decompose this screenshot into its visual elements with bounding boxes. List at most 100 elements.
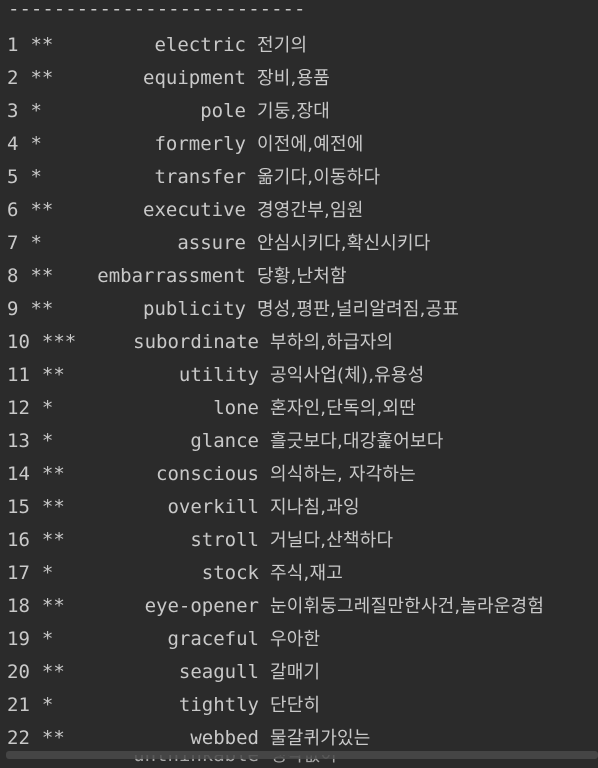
row-prefix: 9 ** (0, 293, 53, 326)
korean-meaning: 명성,평판,널리알려짐,공표 (257, 299, 460, 320)
line-number: 10 (7, 331, 30, 353)
english-word: pole (200, 100, 246, 122)
korean-meaning: 공익사업(체),유용성 (270, 365, 425, 386)
english-word: equipment (143, 67, 246, 89)
table-row: 2 ** equipment 장비,용품 (0, 62, 598, 95)
table-row: 17 * stock 주식,재고 (0, 557, 598, 590)
star-rating: ** (41, 595, 65, 617)
table-row: 1 ** electric 전기의 (0, 29, 598, 62)
english-word: subordinate (133, 331, 259, 353)
table-row: 8 ** embarrassment 당황,난처함 (0, 260, 598, 293)
table-row: 21 * tightly 단단히 (0, 689, 598, 722)
table-row: 19 * graceful 우아한 (0, 623, 598, 656)
star-rating: ** (30, 298, 54, 320)
row-prefix: 2 ** (0, 62, 53, 95)
korean-meaning: 갈매기 (270, 662, 321, 683)
star-rating: * (41, 430, 54, 452)
row-prefix: 12 * (0, 392, 53, 425)
table-row: 14 ** conscious 의식하는, 자각하는 (0, 458, 598, 491)
table-row: 16 ** stroll 거닐다,산책하다 (0, 524, 598, 557)
star-rating: ** (30, 67, 54, 89)
line-number: 5 (7, 166, 19, 188)
star-rating: * (41, 694, 54, 716)
korean-meaning: 옮기다,이동하다 (257, 167, 381, 188)
korean-meaning: 단단히 (270, 695, 321, 716)
star-rating: ** (41, 661, 65, 683)
row-prefix: 10 *** (0, 326, 76, 359)
row-prefix: 18 ** (0, 590, 65, 623)
table-row: 4 * formerly 이전에,예전에 (0, 128, 598, 161)
english-word: utility (178, 364, 259, 386)
row-prefix: 13 * (0, 425, 53, 458)
row-prefix: 17 * (0, 557, 53, 590)
line-number: 3 (7, 100, 19, 122)
line-number: 2 (7, 67, 19, 89)
row-prefix: 7 * (0, 227, 42, 260)
row-prefix: 11 ** (0, 359, 65, 392)
english-word: lone (213, 397, 259, 419)
korean-meaning: 이전에,예전에 (257, 134, 364, 155)
star-rating: * (30, 133, 42, 155)
line-number: 18 (7, 595, 30, 617)
line-number: 8 (7, 265, 19, 287)
star-rating: ** (41, 529, 65, 551)
row-prefix: 6 ** (0, 194, 53, 227)
english-word: assure (177, 232, 246, 254)
row-prefix: 3 * (0, 95, 42, 128)
row-prefix: 21 * (0, 689, 53, 722)
table-row: 3 * pole 기둥,장대 (0, 95, 598, 128)
row-prefix: 5 * (0, 161, 42, 194)
horizontal-scrollbar[interactable] (6, 751, 598, 759)
row-prefix: 14 ** (0, 458, 65, 491)
korean-meaning: 우아한 (270, 629, 321, 650)
line-number: 14 (7, 463, 30, 485)
korean-meaning: 부하의,하급자의 (270, 332, 394, 353)
english-word: stroll (190, 529, 259, 551)
english-word: glance (190, 430, 259, 452)
star-rating: * (41, 562, 54, 584)
line-number: 15 (7, 496, 30, 518)
row-prefix: 20 ** (0, 656, 65, 689)
english-word: graceful (167, 628, 259, 650)
english-word: eye-opener (144, 595, 259, 617)
star-rating: * (30, 166, 42, 188)
line-number: 11 (7, 364, 30, 386)
line-number: 17 (7, 562, 30, 584)
line-number: 1 (7, 34, 19, 56)
english-word: overkill (167, 496, 259, 518)
korean-meaning: 안심시키다,확신시키다 (257, 233, 431, 254)
english-word: electric (154, 34, 246, 56)
line-number: 9 (7, 298, 19, 320)
english-word: tightly (178, 694, 259, 716)
korean-meaning: 흘긋보다,대강훑어보다 (270, 431, 444, 452)
korean-meaning: 의식하는, 자각하는 (270, 464, 416, 485)
row-prefix: 4 * (0, 128, 42, 161)
line-number: 7 (7, 232, 19, 254)
table-row: 9 ** publicity 명성,평판,널리알려짐,공표 (0, 293, 598, 326)
line-number: 13 (7, 430, 30, 452)
table-row: 6 ** executive 경영간부,임원 (0, 194, 598, 227)
line-number: 4 (7, 133, 19, 155)
line-number: 6 (7, 199, 19, 221)
english-word: formerly (154, 133, 246, 155)
line-number: 16 (7, 529, 30, 551)
row-prefix: 15 ** (0, 491, 65, 524)
english-word: seagull (178, 661, 259, 683)
console-output: -------------------------- 1 ** electric 전기… (0, 0, 598, 768)
korean-meaning: 거닐다,산책하다 (270, 530, 394, 551)
star-rating: ** (30, 199, 54, 221)
korean-meaning: 기둥,장대 (257, 101, 330, 122)
table-row: 13 * glance 흘긋보다,대강훑어보다 (0, 425, 598, 458)
english-word: embarrassment (97, 265, 246, 287)
star-rating: * (41, 397, 54, 419)
english-word: stock (201, 562, 259, 584)
english-word: conscious (156, 463, 259, 485)
english-word: transfer (154, 166, 246, 188)
star-rating: ** (41, 364, 65, 386)
english-word: publicity (143, 298, 246, 320)
line-number: 12 (7, 397, 30, 419)
korean-meaning: 전기의 (257, 35, 308, 56)
table-row: 18 ** eye-opener 눈이휘둥그레질만한사건,놀라운경험 (0, 590, 598, 623)
korean-meaning: 지나침,과잉 (270, 497, 360, 518)
table-row: 11 ** utility 공익사업(체),유용성 (0, 359, 598, 392)
